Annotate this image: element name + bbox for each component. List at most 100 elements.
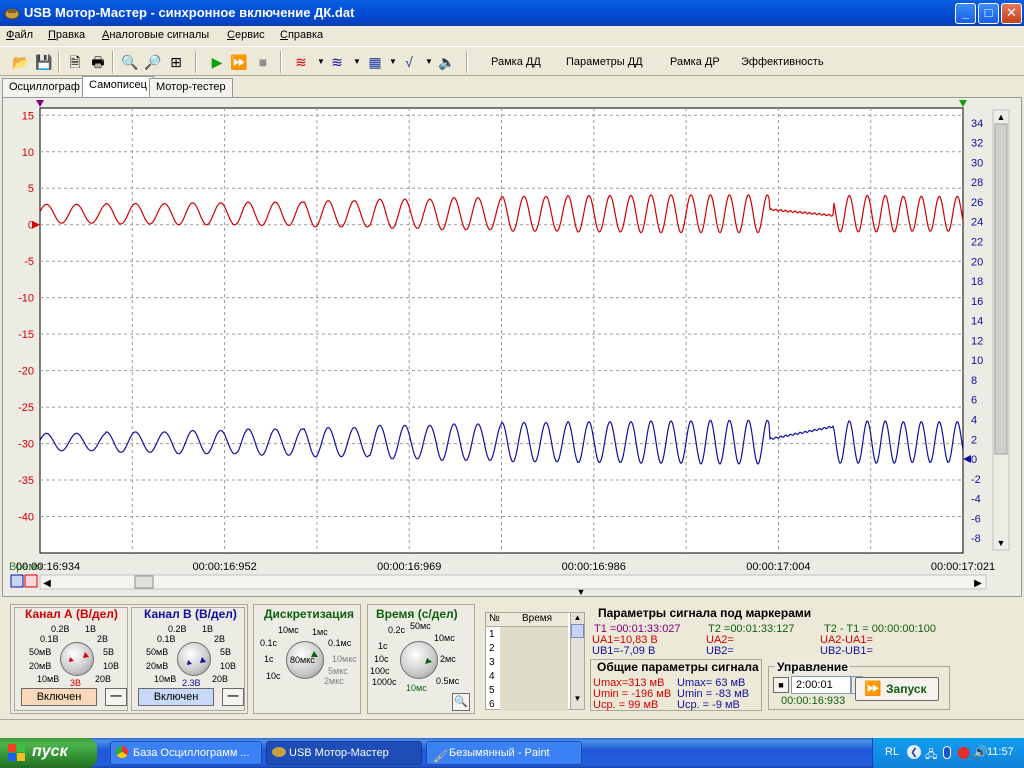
knob-label: 100с xyxy=(370,666,390,676)
task-paint[interactable]: 🖌 Безымянный - Paint xyxy=(426,741,582,765)
sound-icon[interactable]: 🔈 xyxy=(438,53,456,71)
preview-icon[interactable]: 🗎 xyxy=(66,53,84,71)
marker-params-title: Параметры сигнала под маркерами xyxy=(598,606,812,620)
title-bar[interactable]: USB Мотор-Мастер - синхронное включение … xyxy=(0,0,1024,26)
stop-icon[interactable]: ■ xyxy=(254,53,272,71)
open-icon[interactable]: 📂 xyxy=(12,53,30,71)
channel-b-invert-button[interactable]: — xyxy=(222,688,244,706)
table-row[interactable]: 4 xyxy=(489,671,495,682)
marker-t1-flag[interactable] xyxy=(36,100,44,107)
antivirus-icon[interactable]: ⬤ xyxy=(957,745,970,759)
elapsed-time: 00:00:16:933 xyxy=(781,695,846,707)
knob-label: 2мс xyxy=(440,654,456,664)
time-knob[interactable] xyxy=(400,641,438,679)
menu-analog-signals[interactable]: Аналоговые сигналы xyxy=(102,29,209,41)
play-icon[interactable]: ▶ xyxy=(208,53,226,71)
zero-marker-b[interactable] xyxy=(963,455,971,464)
general-params-title: Общие параметры сигнала xyxy=(597,660,759,674)
channel-a-wave-icon[interactable]: ≋ xyxy=(292,53,310,71)
fast-forward-icon[interactable]: ⏩ xyxy=(230,53,248,71)
right-tick-label: 20 xyxy=(971,256,983,268)
zoom-time-icon[interactable]: 🔍 xyxy=(452,693,470,711)
table-row[interactable]: 1 xyxy=(489,629,495,640)
discretization-title: Дискретизация xyxy=(264,607,354,621)
efficiency-button[interactable]: Эффективность xyxy=(741,56,824,68)
calculator-icon[interactable]: ▦ xyxy=(366,53,384,71)
task-motor-master[interactable]: USB Мотор-Мастер xyxy=(266,741,422,765)
x-tick-label: 00:00:16:986 xyxy=(562,561,626,573)
zoom-out-icon[interactable]: 🔎 xyxy=(144,53,162,71)
language-indicator[interactable]: RL xyxy=(885,746,899,758)
horizontal-scrollbar[interactable] xyxy=(39,574,987,590)
scroll-down-icon[interactable]: ▼ xyxy=(997,538,1006,548)
task-label: USB Мотор-Мастер xyxy=(289,747,389,759)
params-dd-button[interactable]: Параметры ДД xyxy=(566,56,643,68)
table-row[interactable]: 3 xyxy=(489,657,495,668)
stop-small-icon[interactable]: ■ xyxy=(773,677,789,693)
dropdown-arrow-icon[interactable]: ▼ xyxy=(420,53,438,71)
tab-motor-tester[interactable]: Мотор-тестер xyxy=(149,78,233,97)
channel-a-enable-button[interactable]: Включен xyxy=(21,688,97,706)
start-label: пуск xyxy=(32,743,68,760)
menu-help[interactable]: Справка xyxy=(280,29,323,41)
scroll-down-icon[interactable]: ▼ xyxy=(571,694,584,703)
bluetooth-icon[interactable] xyxy=(943,746,951,759)
save-icon[interactable]: 💾 xyxy=(35,53,53,71)
tab-recorder[interactable]: Самописец xyxy=(82,76,154,97)
tab-oscilloscope[interactable]: Осциллограф xyxy=(2,78,87,97)
close-button[interactable]: ✕ xyxy=(1001,3,1022,24)
zero-marker-a[interactable] xyxy=(32,220,40,229)
toolbar-separator xyxy=(58,51,60,73)
table-row[interactable]: 6 xyxy=(489,699,495,710)
table-row[interactable]: 2 xyxy=(489,643,495,654)
table-scrollbar[interactable]: ▲ ▼ xyxy=(570,613,584,709)
task-oscillogram-db[interactable]: База Осциллограмм ... xyxy=(110,741,262,765)
left-tick-label: -10 xyxy=(18,293,34,305)
menu-service[interactable]: Сервис xyxy=(227,29,265,41)
collapse-panel-icon[interactable]: ▼ xyxy=(577,587,586,596)
scroll-thumb[interactable] xyxy=(571,624,584,638)
zoom-in-icon[interactable]: 🔍 xyxy=(121,53,139,71)
channel-a-title: Канал А (В/дел) xyxy=(25,607,118,621)
print-icon[interactable]: 🖶 xyxy=(89,53,107,71)
start-button-os[interactable]: пуск xyxy=(0,738,97,768)
right-tick-label: -8 xyxy=(971,533,981,545)
marker-params-panel: Параметры сигнала под маркерами T1 =00:0… xyxy=(590,606,950,658)
scroll-up-icon[interactable]: ▲ xyxy=(571,613,584,622)
network-icon[interactable]: 🖧 xyxy=(925,746,937,765)
sqrt-icon[interactable]: √ xyxy=(400,53,418,71)
channel-a-knob[interactable] xyxy=(60,642,94,676)
start-button[interactable]: ⏩ Запуск xyxy=(855,677,939,701)
table-row[interactable]: 5 xyxy=(489,685,495,696)
x-tick-label: 00:00:16:952 xyxy=(192,561,256,573)
duration-input[interactable]: 2:00:01 xyxy=(791,676,851,694)
maximize-button[interactable]: □ xyxy=(978,3,999,24)
app-icon xyxy=(4,5,20,21)
menu-edit[interactable]: Правка xyxy=(48,29,85,41)
frame-dr-button[interactable]: Рамка ДР xyxy=(670,56,720,68)
dropdown-arrow-icon[interactable]: ▼ xyxy=(348,53,366,71)
collapse-tray-icon[interactable]: ❮ xyxy=(907,745,921,759)
zoom-fit-icon[interactable]: ⊞ xyxy=(167,53,185,71)
minimize-button[interactable]: _ xyxy=(955,3,976,24)
vertical-scroll-thumb[interactable] xyxy=(994,123,1008,455)
recorder-chart[interactable]: 151050-5-10-15-20-25-30-35-4034323028262… xyxy=(3,98,1021,596)
scroll-left-icon[interactable]: ◀ xyxy=(43,578,51,589)
scroll-right-icon[interactable]: ▶ xyxy=(974,578,982,589)
channel-b-enable-button[interactable]: Включен xyxy=(138,688,214,706)
menu-bar: Файл Правка Аналоговые сигналы Сервис Сп… xyxy=(0,26,1024,46)
channel-a-invert-button[interactable]: — xyxy=(105,688,127,706)
scroll-up-icon[interactable]: ▲ xyxy=(997,112,1006,122)
toolbar-separator xyxy=(466,51,468,73)
menu-file[interactable]: Файл xyxy=(6,29,33,41)
right-tick-label: -6 xyxy=(971,513,981,525)
channel-b-wave-icon[interactable]: ≋ xyxy=(328,53,346,71)
knob-label: 1В xyxy=(85,624,97,634)
frame-dd-button[interactable]: Рамка ДД xyxy=(491,56,541,68)
channel-b-toggle[interactable] xyxy=(10,574,24,588)
channel-a-toggle[interactable] xyxy=(24,574,38,588)
channel-b-knob[interactable] xyxy=(177,642,211,676)
marker-t2-flag[interactable] xyxy=(959,100,967,107)
volume-icon[interactable]: 🔊 xyxy=(973,745,988,759)
horizontal-scroll-thumb[interactable] xyxy=(134,575,154,589)
